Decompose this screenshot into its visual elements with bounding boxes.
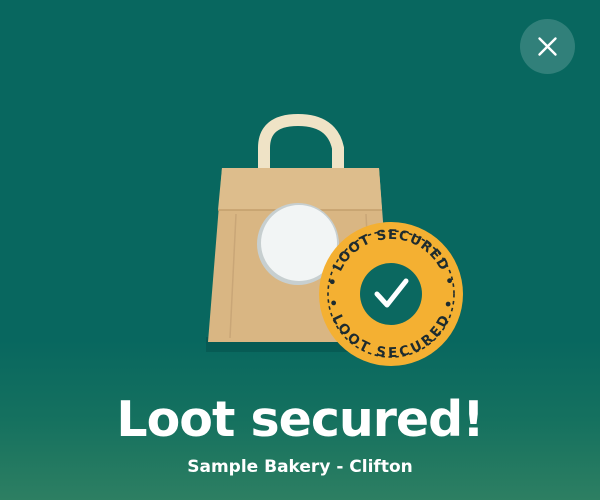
loot-secured-seal: • LOOT SECURED • • LOOT SECURED • [319,222,463,366]
loot-secured-screen: • LOOT SECURED • • LOOT SECURED • Loot s… [0,0,600,500]
page-title: Loot secured! [116,391,484,448]
store-name: Sample Bakery - Clifton [187,457,413,477]
